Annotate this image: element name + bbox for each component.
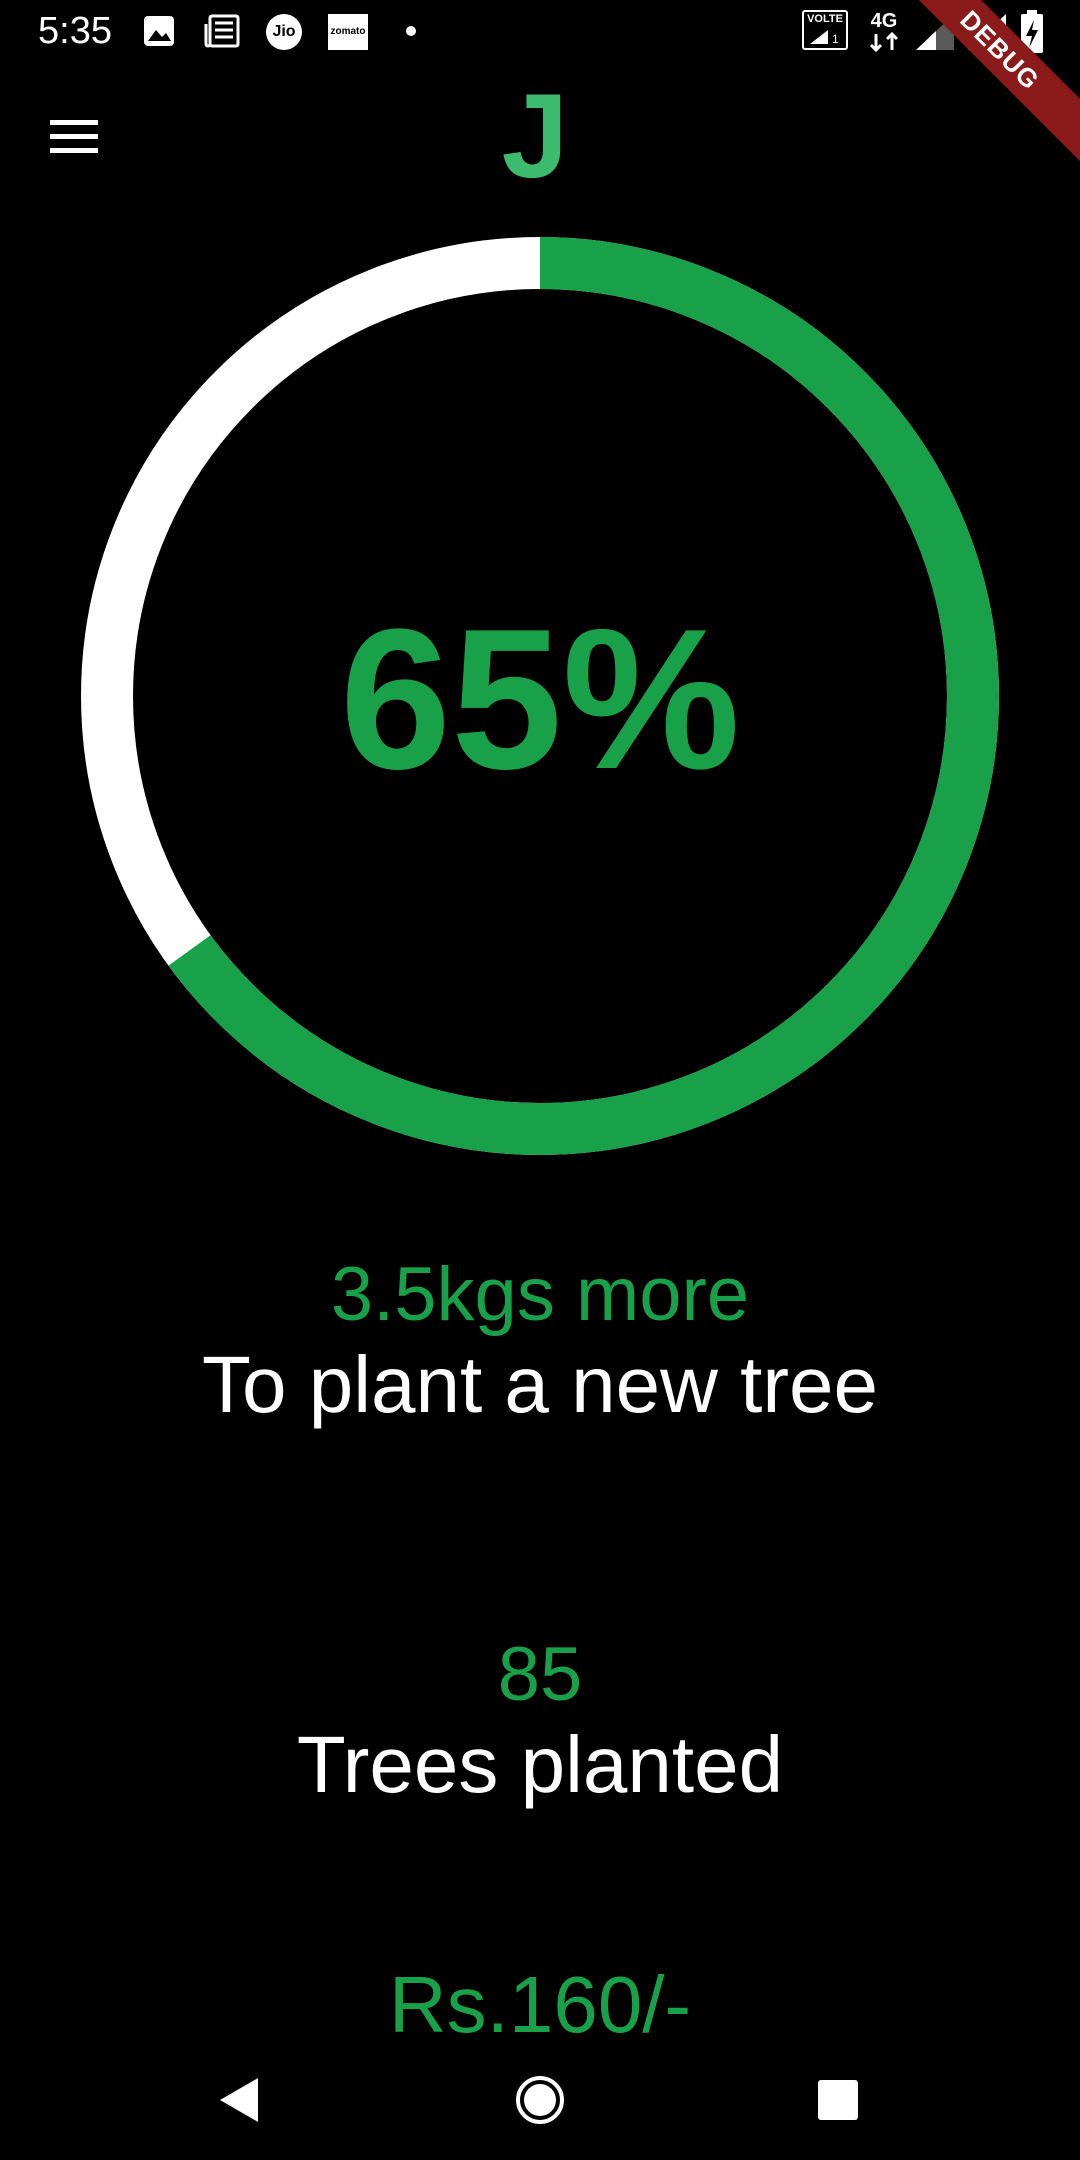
volte-icon: VOLTE 1 — [802, 10, 848, 50]
zomato-label: zomato — [330, 26, 366, 37]
kgs-remaining-value: 3.5kgs more — [330, 1252, 750, 1337]
app-logo: J — [490, 76, 580, 196]
network-type-icon: 4G — [866, 10, 902, 54]
logo-letter: J — [501, 69, 569, 203]
status-bar: 5:35 Jio zomato VOLTE 1 4G DEBUG — [0, 0, 1080, 172]
dot-icon — [406, 26, 416, 36]
navigation-bar — [0, 2040, 1080, 2160]
hamburger-menu-icon — [50, 120, 98, 153]
back-button[interactable] — [200, 2060, 280, 2140]
zomato-icon: zomato — [328, 14, 368, 50]
network-label: 4G — [870, 10, 898, 32]
trees-planted-label: Trees planted — [296, 1720, 784, 1809]
kgs-remaining-label: To plant a new tree — [202, 1340, 878, 1429]
recents-square-icon — [818, 2080, 858, 2120]
debug-banner: DEBUG — [878, 0, 1080, 172]
gallery-icon — [144, 16, 174, 46]
back-triangle-icon — [220, 2078, 258, 2122]
jio-icon: Jio — [266, 14, 302, 50]
news-icon — [204, 14, 240, 48]
home-button[interactable] — [500, 2060, 580, 2140]
volte-label: VOLTE — [807, 13, 843, 25]
home-circle-icon — [516, 2076, 564, 2124]
menu-button[interactable] — [44, 112, 104, 162]
jio-label: Jio — [272, 23, 296, 40]
svg-text:1: 1 — [832, 32, 839, 46]
trees-planted-value: 85 — [497, 1632, 583, 1717]
status-time: 5:35 — [38, 10, 112, 52]
recents-button[interactable] — [798, 2060, 878, 2140]
progress-percent: 65% — [339, 588, 741, 811]
